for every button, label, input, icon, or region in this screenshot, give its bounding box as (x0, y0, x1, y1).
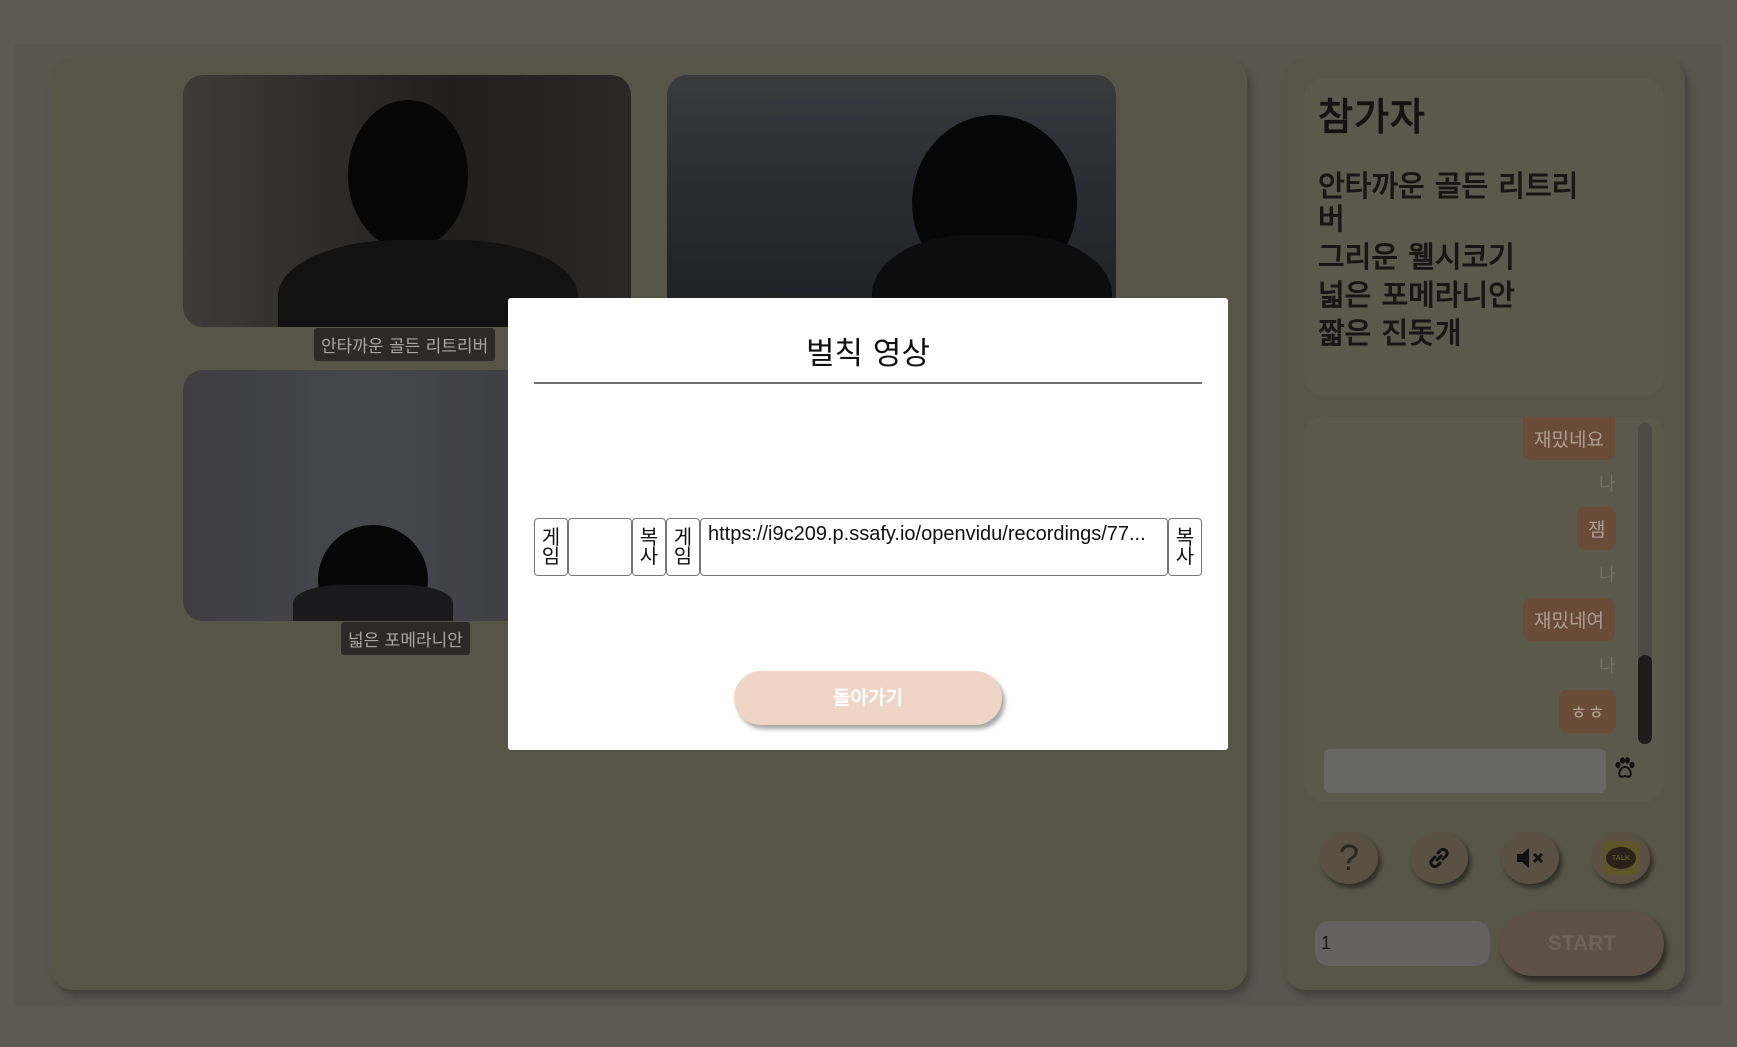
chat-sender: 나 (1599, 565, 1616, 586)
link-cell-empty (568, 518, 632, 576)
body-shape (293, 585, 453, 621)
game-label: 게 임 (673, 525, 693, 568)
video-name-tag-3: 넓은 포메라니안 (341, 622, 470, 655)
help-button[interactable]: ? (1320, 832, 1378, 884)
game-label-cell: 게 임 (534, 518, 568, 576)
video-name-tag-1: 안타까운 골든 리트리버 (314, 328, 496, 361)
round-input[interactable] (1315, 921, 1490, 966)
chat-message: 잼 (1577, 507, 1617, 550)
chat-sender: 나 (1599, 474, 1616, 495)
start-button[interactable]: START (1500, 912, 1664, 976)
mute-button[interactable] (1501, 832, 1559, 884)
participant-item: 버 (1318, 202, 1345, 236)
chat-message: 재밌네여 (1523, 598, 1615, 641)
kakaotalk-icon: TALK (1603, 841, 1639, 875)
participant-item: 안타까운 골든 리트리 (1318, 169, 1579, 203)
chat-input[interactable] (1324, 749, 1606, 793)
copy-button[interactable]: 복 사 (632, 518, 666, 576)
participants-title: 참가자 (1318, 95, 1426, 139)
chat-message: 재밌네요 (1523, 417, 1615, 460)
back-button[interactable]: 돌아가기 (734, 671, 1002, 725)
video-tile-1 (183, 75, 631, 327)
chat-scrollbar-thumb[interactable] (1638, 655, 1652, 744)
chat-message: ㅎㅎ (1559, 690, 1616, 733)
participant-item: 짧은 진돗개 (1318, 316, 1462, 350)
face-cover (348, 100, 468, 250)
copy-label: 복 사 (639, 525, 659, 568)
video-tile-2 (667, 75, 1116, 327)
chat-sender: 나 (1599, 656, 1616, 677)
paw-icon[interactable] (1614, 756, 1636, 780)
link-icon (1429, 847, 1449, 869)
game-label: 게 임 (541, 525, 561, 568)
game-label-cell: 게 임 (666, 518, 700, 576)
speaker-mute-icon (1517, 848, 1544, 868)
copy-link-button[interactable] (1410, 832, 1468, 884)
question-icon: ? (1338, 837, 1360, 878)
penalty-video-modal: 벌칙 영상 게 임 복 사 게 임 https://i9c209.p.ssafy… (508, 298, 1228, 750)
participant-item: 그리운 웰시코기 (1318, 240, 1515, 274)
talk-label: TALK (1611, 854, 1631, 862)
copy-button[interactable]: 복 사 (1168, 518, 1202, 576)
participant-item: 넓은 포메라니안 (1318, 278, 1515, 312)
modal-divider (534, 382, 1202, 384)
modal-title: 벌칙 영상 (806, 336, 930, 372)
recording-url[interactable]: https://i9c209.p.ssafy.io/openvidu/recor… (700, 518, 1168, 576)
copy-label: 복 사 (1175, 525, 1195, 568)
kakao-share-button[interactable]: TALK (1592, 832, 1650, 884)
